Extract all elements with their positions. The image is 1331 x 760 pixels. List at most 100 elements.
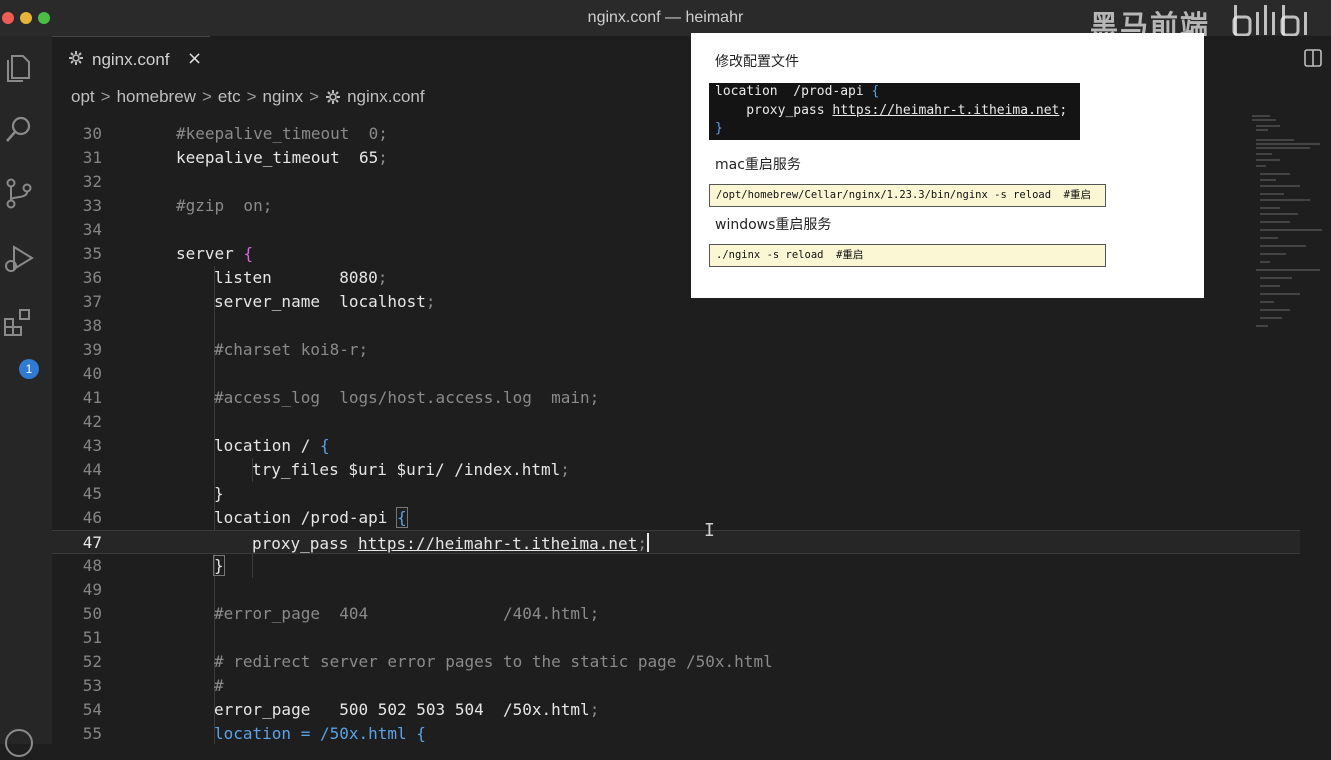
code-text: #gzip on; (176, 196, 273, 215)
line-number: 50 (82, 604, 102, 623)
breadcrumb-item-file[interactable]: nginx.conf (347, 87, 425, 107)
breadcrumb-separator: > (246, 87, 257, 106)
line-number: 38 (82, 316, 102, 335)
split-editor-icon[interactable] (1303, 48, 1323, 68)
code-text: error_page 500 502 503 504 /50x.html; (214, 700, 600, 719)
line-number: 48 (82, 556, 102, 575)
slide-code-block: location /prod-api { proxy_pass https://… (709, 83, 1080, 140)
code-text: #access_log logs/host.access.log main; (214, 388, 600, 407)
code-text: #charset koi8-r; (214, 340, 369, 359)
tab-nginx-conf[interactable]: nginx.conf × (52, 36, 210, 85)
extensions-icon[interactable] (2, 306, 36, 340)
code-line[interactable]: 39 #charset koi8-r; (52, 338, 1300, 362)
slide-windows-command: ./nginx -s reload #重启 (709, 244, 1106, 267)
code-text: # (214, 676, 224, 695)
slide-heading-mac-restart: mac重启服务 (715, 157, 801, 173)
code-line[interactable]: 49 (52, 578, 1300, 602)
title-bar: nginx.conf — heimahr 黑马前端 (0, 0, 1331, 41)
gear-icon (69, 51, 83, 65)
line-number: 39 (82, 340, 102, 359)
breadcrumb-separator: > (309, 87, 320, 106)
mouse-ibeam-cursor: I (704, 520, 715, 541)
source-control-icon[interactable] (2, 176, 36, 210)
breadcrumb-item-etc[interactable]: etc (218, 87, 241, 107)
line-number: 52 (82, 652, 102, 671)
slide-code-line: } (715, 121, 723, 136)
code-line[interactable]: 48 } (52, 554, 1300, 578)
line-number: 46 (82, 508, 102, 527)
code-line[interactable]: 41 #access_log logs/host.access.log main… (52, 386, 1300, 410)
text-cursor (646, 533, 649, 552)
line-number: 51 (82, 628, 102, 647)
code-line[interactable]: 52 # redirect server error pages to the … (52, 650, 1300, 674)
code-line[interactable]: 51 (52, 626, 1300, 650)
line-number: 41 (82, 388, 102, 407)
search-icon[interactable] (2, 112, 36, 146)
line-number: 35 (82, 244, 102, 263)
slide-code-line: proxy_pass https://heimahr-t.itheima.net… (715, 103, 1068, 118)
line-number: 53 (82, 676, 102, 695)
breadcrumb-item-homebrew[interactable]: homebrew (117, 87, 196, 107)
account-icon[interactable] (2, 726, 36, 760)
line-number: 54 (82, 700, 102, 719)
line-number: 47 (82, 533, 102, 552)
slide-heading-modify-config: 修改配置文件 (715, 54, 799, 70)
activity-bar: 1 (0, 36, 52, 757)
code-line[interactable]: 53 # (52, 674, 1300, 698)
explorer-icon[interactable] (2, 50, 36, 84)
code-text: #error_page 404 /404.html; (214, 604, 600, 623)
code-text: location = /50x.html { (214, 724, 426, 743)
breadcrumb-item-nginx[interactable]: nginx (263, 87, 304, 107)
code-text: proxy_pass https://heimahr-t.itheima.net… (252, 533, 649, 553)
tutorial-slide: 修改配置文件 location /prod-api { proxy_pass h… (691, 33, 1204, 298)
code-text: } (213, 555, 225, 576)
line-number: 42 (82, 412, 102, 431)
run-debug-icon[interactable] (2, 241, 36, 275)
line-number: 43 (82, 436, 102, 455)
line-number: 34 (82, 220, 102, 239)
close-tab-button[interactable]: × (187, 48, 202, 69)
code-text: location /prod-api { (214, 507, 408, 528)
line-number: 36 (82, 268, 102, 287)
code-text: keepalive_timeout 65; (176, 148, 388, 167)
code-text: # redirect server error pages to the sta… (214, 652, 773, 671)
code-line[interactable]: 44 try_files $uri $uri/ /index.html; (52, 458, 1300, 482)
line-number: 37 (82, 292, 102, 311)
code-line[interactable]: 46 location /prod-api { (52, 506, 1300, 530)
code-text: listen 8080; (214, 268, 388, 287)
slide-code-line: location /prod-api { (715, 84, 880, 99)
code-text: server { (176, 244, 254, 263)
code-line[interactable]: 45 } (52, 482, 1300, 506)
gear-icon (326, 90, 341, 104)
line-number: 45 (82, 484, 102, 503)
code-line[interactable]: 55 location = /50x.html { (52, 722, 1300, 746)
code-line[interactable]: 38 (52, 314, 1300, 338)
line-number: 40 (82, 364, 102, 383)
line-number: 33 (82, 196, 102, 215)
line-number: 30 (82, 124, 102, 143)
line-number: 31 (82, 148, 102, 167)
breadcrumb-separator: > (201, 87, 212, 106)
tab-label: nginx.conf (92, 50, 170, 69)
breadcrumb-separator: > (100, 87, 111, 106)
code-line[interactable]: 50 #error_page 404 /404.html; (52, 602, 1300, 626)
line-number: 44 (82, 460, 102, 479)
code-text: #keepalive_timeout 0; (176, 124, 388, 143)
line-number: 55 (82, 724, 102, 743)
extensions-badge: 1 (19, 359, 39, 379)
code-line[interactable]: 40 (52, 362, 1300, 386)
minimap[interactable] (1250, 110, 1325, 340)
code-text: } (214, 484, 224, 503)
line-number: 32 (82, 172, 102, 191)
code-text: try_files $uri $uri/ /index.html; (252, 460, 570, 479)
code-text: location / { (214, 436, 330, 455)
slide-mac-command: /opt/homebrew/Cellar/nginx/1.23.3/bin/ng… (709, 184, 1106, 207)
breadcrumb-item-opt[interactable]: opt (71, 87, 95, 107)
code-line[interactable]: 54 error_page 500 502 503 504 /50x.html; (52, 698, 1300, 722)
code-line-current[interactable]: 47 proxy_pass https://heimahr-t.itheima.… (52, 530, 1300, 554)
code-line[interactable]: 43 location / { (52, 434, 1300, 458)
breadcrumb: opt > homebrew > etc > nginx > nginx.con… (71, 86, 425, 108)
slide-heading-windows-restart: windows重启服务 (715, 217, 832, 233)
code-line[interactable]: 42 (52, 410, 1300, 434)
code-text: server_name localhost; (214, 292, 436, 311)
